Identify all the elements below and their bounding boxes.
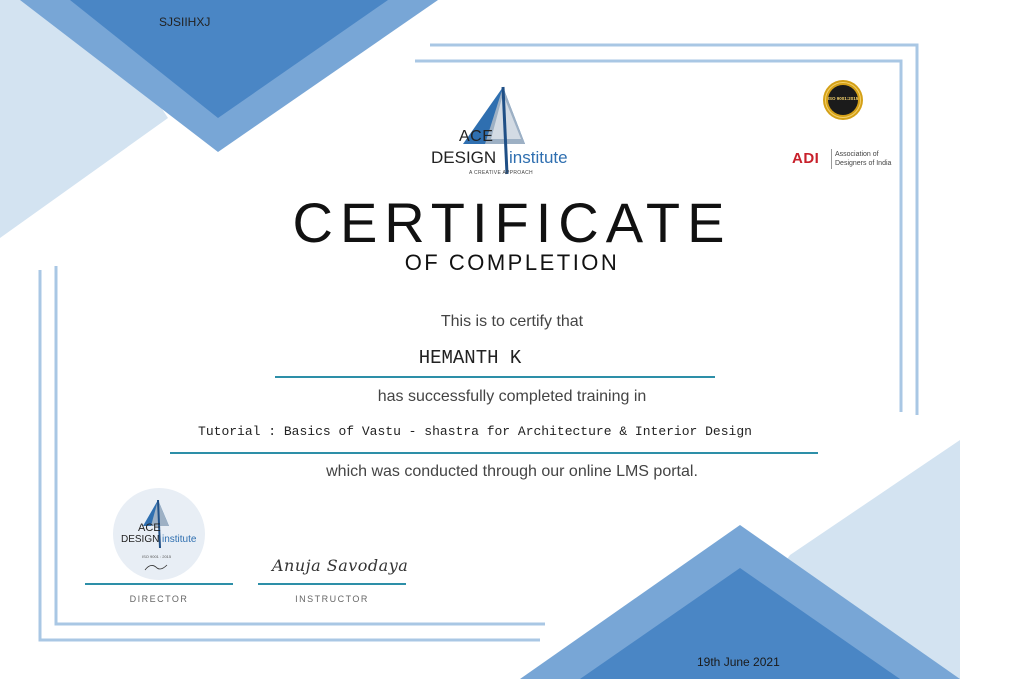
course-underline	[170, 452, 818, 454]
certificate-title: CERTIFICATE	[292, 191, 732, 254]
adi-name-line2: Designers of India	[835, 160, 892, 167]
adi-name: Association of Designers of India	[835, 150, 891, 168]
adi-logo: ADI Association of Designers of India	[792, 147, 902, 171]
iso-seal-text: ISO 9001:2015	[827, 96, 859, 101]
name-underline	[275, 376, 715, 378]
director-seal: ACE DESIGN institute ISO 9001 : 2015	[113, 488, 205, 580]
iso-seal: ISO 9001:2015	[822, 79, 864, 121]
seal-text-ace: ACE	[138, 522, 161, 534]
course-name: Tutorial : Basics of Vastu - shastra for…	[198, 424, 752, 439]
logo-tagline: A CREATIVE APPROACH	[469, 170, 533, 176]
institute-logo: ACE DESIGN institute A CREATIVE APPROACH	[425, 84, 585, 180]
seal-iso-text: ISO 9001 : 2015	[142, 554, 172, 559]
certificate-code: SJSIIHXJ	[159, 15, 211, 29]
logo-text-institute: institute	[509, 148, 568, 167]
seal-text-institute: institute	[162, 534, 197, 545]
conducted-text: which was conducted through our online L…	[326, 463, 698, 480]
instructor-label: INSTRUCTOR	[295, 594, 369, 604]
director-signature-line	[85, 583, 233, 585]
director-label: DIRECTOR	[129, 594, 189, 604]
adi-mark: ADI	[792, 150, 820, 167]
certificate-subtitle: OF COMPLETION	[404, 250, 620, 275]
logo-text-ace: ACE	[459, 128, 494, 145]
adi-name-line1: Association of	[835, 151, 879, 158]
logo-text-design: DESIGN	[431, 148, 497, 167]
recipient-name: HEMANTH K	[418, 347, 522, 369]
issue-date: 19th June 2021	[697, 655, 780, 669]
certify-text: This is to certify that	[440, 313, 584, 330]
completed-text: has successfully completed training in	[377, 388, 647, 405]
seal-text-design: DESIGN	[121, 534, 160, 545]
instructor-signature: Anuja Savodaya	[272, 556, 409, 575]
adi-separator	[831, 149, 832, 169]
instructor-signature-line	[258, 583, 406, 585]
